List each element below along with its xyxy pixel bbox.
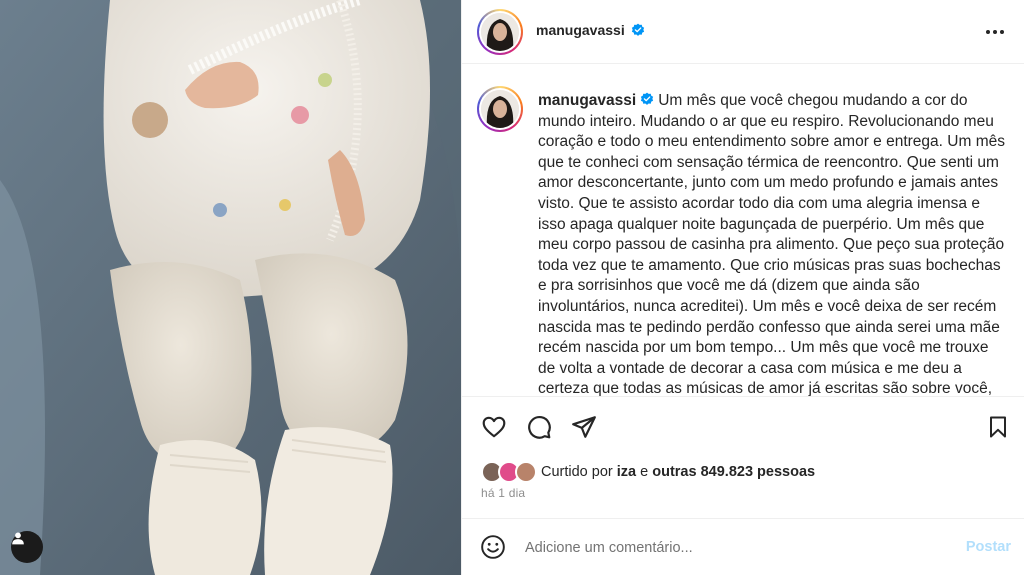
likes-others-link[interactable]: outras 849.823 pessoas: [652, 464, 815, 480]
share-button[interactable]: [569, 412, 599, 442]
verified-badge-icon: [641, 92, 654, 105]
avatar-image: [481, 90, 519, 128]
more-options-icon: [986, 30, 1004, 34]
user-tag-icon: [12, 532, 24, 545]
comment-button[interactable]: [524, 412, 554, 442]
caption-username[interactable]: manugavassi: [538, 92, 636, 109]
likes-summary: Curtido por iza e outras 849.823 pessoas: [481, 461, 815, 483]
emoji-button[interactable]: [479, 533, 507, 561]
likes-prefix: Curtido por: [541, 464, 613, 480]
post-header: manugavassi: [462, 0, 1024, 64]
baby-photo-image: [0, 0, 461, 575]
caption-author-avatar[interactable]: [477, 86, 523, 132]
likes-user-link[interactable]: iza: [617, 464, 636, 480]
more-options-button[interactable]: [983, 20, 1007, 44]
user-tags-button[interactable]: [11, 531, 43, 563]
save-button[interactable]: [983, 412, 1013, 442]
comment-composer: Postar: [462, 518, 1024, 575]
avatar-image: [481, 13, 519, 51]
heart-icon: [482, 416, 506, 438]
action-bar: [462, 398, 1024, 458]
post-comment-button[interactable]: Postar: [966, 539, 1011, 555]
emoji-icon: [481, 535, 505, 559]
post-photo[interactable]: [0, 0, 461, 575]
caption-text: Um mês que você chegou mudando a cor do …: [538, 92, 1005, 397]
post-detail-panel: manugavassi manugavassi Um mês que você …: [461, 0, 1024, 575]
comment-input[interactable]: [525, 535, 945, 561]
comment-icon: [528, 416, 551, 439]
caption-section: manugavassi Um mês que você chegou mudan…: [462, 64, 1024, 397]
post-timestamp[interactable]: há 1 dia: [481, 486, 525, 500]
liker-avatars: [481, 461, 539, 483]
verified-badge-icon: [631, 23, 644, 36]
author-username[interactable]: manugavassi: [536, 22, 625, 38]
likes-conjunction: e: [640, 464, 649, 480]
liker-avatar: [515, 461, 537, 483]
bookmark-icon: [990, 416, 1006, 438]
like-button[interactable]: [479, 412, 509, 442]
post-caption: manugavassi Um mês que você chegou mudan…: [538, 91, 1008, 397]
author-avatar[interactable]: [477, 9, 523, 55]
share-icon: [572, 416, 596, 438]
